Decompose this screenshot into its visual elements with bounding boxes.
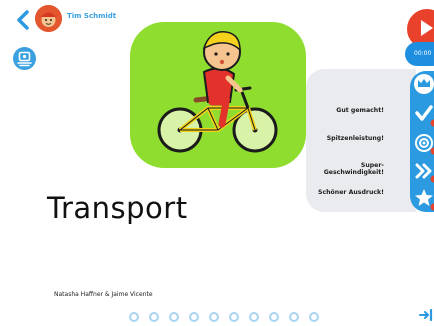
page-dot[interactable] bbox=[189, 312, 199, 322]
timer-text: 00:00 bbox=[414, 50, 431, 57]
award-label-schoener-ausdruck[interactable]: Schöner Ausdruck! bbox=[318, 189, 384, 196]
book-cover[interactable] bbox=[130, 22, 306, 168]
user-name[interactable]: Tim Schmidt bbox=[67, 12, 116, 20]
fast-forward-icon bbox=[417, 165, 434, 183]
page-dot[interactable] bbox=[269, 312, 279, 322]
user-avatar-icon bbox=[35, 5, 62, 32]
chevron-left-icon bbox=[14, 9, 32, 31]
exit-button[interactable] bbox=[418, 307, 434, 321]
avatar[interactable] bbox=[35, 5, 62, 32]
awards-panel: Gut gemacht! Spitzenleistung! Super-Gesc… bbox=[306, 69, 416, 212]
awards-icon-strip bbox=[410, 71, 434, 212]
star-icon bbox=[415, 189, 434, 211]
back-button[interactable] bbox=[14, 9, 32, 31]
award-label-super-geschwindigkeit[interactable]: Super-Geschwindigkeit! bbox=[306, 162, 384, 176]
page-dot[interactable] bbox=[129, 312, 139, 322]
page-dot[interactable] bbox=[229, 312, 239, 322]
award-icons bbox=[410, 71, 434, 212]
page-dot[interactable] bbox=[249, 312, 259, 322]
book-title: Transport bbox=[47, 191, 188, 225]
boy-on-bicycle-illustration bbox=[130, 22, 306, 168]
target-icon bbox=[416, 135, 434, 155]
exit-arrow-icon bbox=[418, 308, 434, 322]
award-label-gut-gemacht[interactable]: Gut gemacht! bbox=[336, 107, 384, 114]
checkmark-icon bbox=[417, 107, 434, 127]
crown-icon bbox=[414, 74, 434, 94]
award-label-spitzenleistung[interactable]: Spitzenleistung! bbox=[327, 135, 384, 142]
page-dot[interactable] bbox=[309, 312, 319, 322]
page-dot[interactable] bbox=[169, 312, 179, 322]
book-authors: Natasha Haffner & Jaime Vicente bbox=[54, 291, 153, 298]
page-dot[interactable] bbox=[209, 312, 219, 322]
reading-mode-button[interactable] bbox=[13, 47, 36, 70]
page-dot[interactable] bbox=[149, 312, 159, 322]
page-dot[interactable] bbox=[289, 312, 299, 322]
book-reader-icon bbox=[13, 47, 36, 70]
